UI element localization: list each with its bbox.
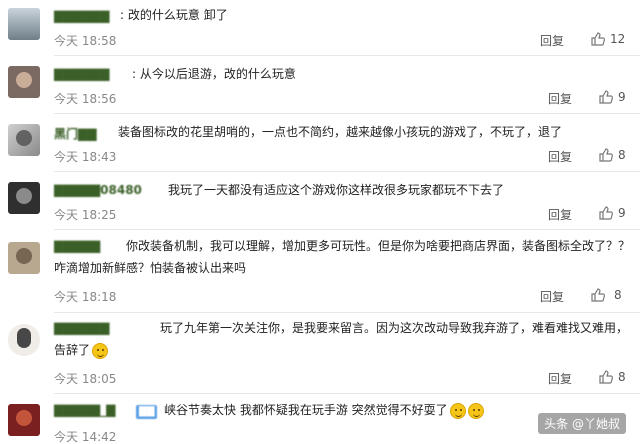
comment-text: 装备图标改的花里胡哨的，一点也不简约，越来越像小孩玩的游戏了，不玩了，退了: [118, 125, 563, 139]
comment-text: 你改装备机制，我可以理解，增加更多可玩性。但是你为啥要把商店界面，装备图标全改了…: [54, 239, 631, 275]
comment-text: 我玩了一天都没有适应这个游戏你这样改很多玩家都玩不下去了: [168, 183, 505, 197]
like-count: 12: [610, 32, 626, 46]
timestamp: 今天 18:18: [54, 290, 117, 304]
like-icon[interactable]: [598, 205, 614, 221]
timestamp: 今天 18:05: [54, 372, 117, 386]
avatar[interactable]: [8, 124, 40, 156]
divider: [54, 393, 640, 394]
divider: [54, 55, 640, 56]
divider: [54, 312, 640, 313]
like-count: 8: [614, 288, 622, 302]
like-count: 9: [618, 206, 626, 220]
reply-button[interactable]: 回复: [548, 148, 572, 165]
thinking-emoji-icon: [92, 342, 109, 359]
comment-text: : 从今以后退游，改的什么玩意: [132, 67, 296, 81]
like-icon[interactable]: [590, 31, 606, 47]
username[interactable]: ▇▇▇▇▇▇: [54, 67, 109, 81]
like-count: 8: [618, 148, 626, 162]
divider: [54, 113, 640, 114]
timestamp: 今天 14:42: [54, 430, 117, 444]
timestamp: 今天 18:25: [54, 208, 117, 222]
avatar[interactable]: [8, 182, 40, 214]
user-badge: ▇▇: [136, 405, 158, 419]
username[interactable]: ▇▇▇▇▇_▇: [54, 403, 115, 417]
like-icon[interactable]: [590, 287, 606, 303]
timestamp: 今天 18:43: [54, 150, 117, 164]
avatar[interactable]: [8, 8, 40, 40]
reply-button[interactable]: 回复: [540, 288, 564, 305]
avatar[interactable]: [8, 404, 40, 436]
timestamp: 今天 18:56: [54, 92, 117, 106]
like-icon[interactable]: [598, 147, 614, 163]
reply-button[interactable]: 回复: [540, 32, 564, 49]
laughing-emoji-icon: [449, 402, 466, 419]
comment-text: : 改的什么玩意 卸了: [120, 8, 228, 22]
reply-button[interactable]: 回复: [548, 206, 572, 223]
avatar[interactable]: [8, 242, 40, 274]
comment-text: 峡谷节奏太快 我都怀疑我在玩手游 突然觉得不好耍了: [164, 399, 484, 421]
username[interactable]: ▇▇▇▇▇08480: [54, 183, 142, 197]
reply-button[interactable]: 回复: [548, 370, 572, 387]
comment-text: 玩了九年第一次关注你，是我要来留言。因为这次改动导致我弃游了，难看难找又难用，告…: [54, 321, 629, 359]
divider: [54, 229, 640, 230]
avatar[interactable]: [8, 66, 40, 98]
username[interactable]: ▇▇▇▇▇▇: [54, 9, 109, 23]
timestamp: 今天 18:58: [54, 34, 117, 48]
like-icon[interactable]: [598, 369, 614, 385]
divider: [54, 171, 640, 172]
username[interactable]: 黑门▇▇: [54, 125, 96, 142]
avatar[interactable]: [8, 324, 40, 356]
like-icon[interactable]: [598, 89, 614, 105]
watermark: 头条 @丫她叔: [538, 413, 626, 434]
like-count: 9: [618, 90, 626, 104]
laughing-emoji-icon: [467, 402, 484, 419]
like-count: 8: [618, 370, 626, 384]
reply-button[interactable]: 回复: [548, 90, 572, 107]
